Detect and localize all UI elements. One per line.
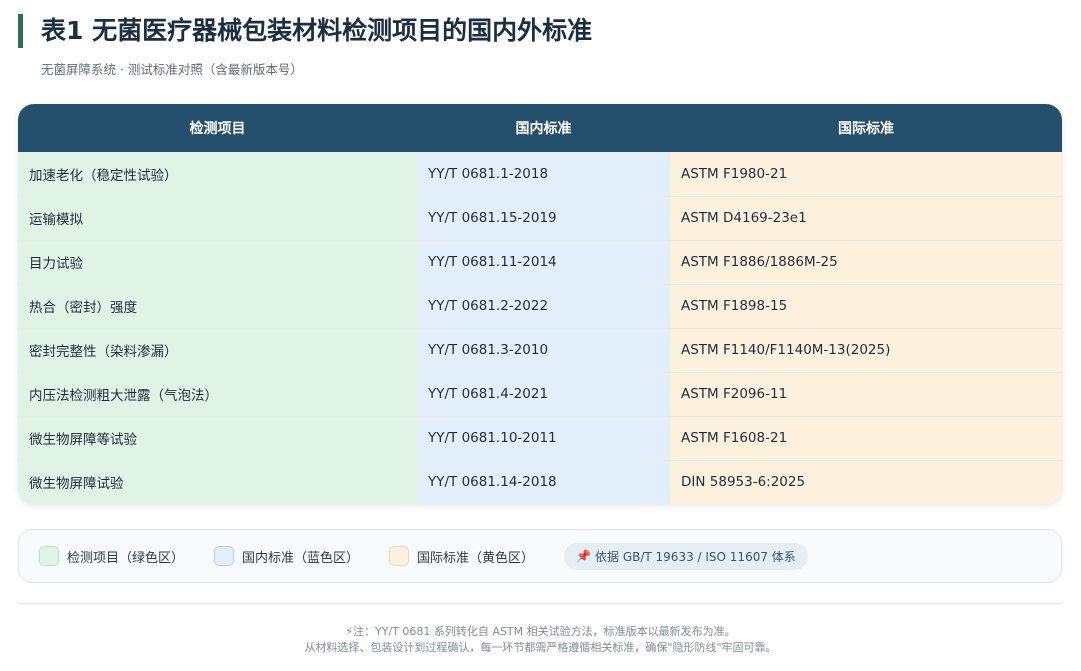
- table-row: 微生物屏障试验 YY/T 0681.14-2018 DIN 58953-6:20…: [18, 460, 1062, 504]
- international-standard-cell: ASTM F2096-11: [670, 372, 1062, 417]
- test-item-cell: 目力试验: [18, 240, 417, 285]
- green-swatch: [39, 546, 59, 566]
- column-header-test-item: 检测项目: [18, 104, 417, 152]
- basis-badge: 📌 依据 GB/T 19633 / ISO 11607 体系: [564, 542, 808, 570]
- title-block: 表1 无菌医疗器械包装材料检测项目的国内外标准: [18, 14, 592, 48]
- domestic-standard-cell: YY/T 0681.10-2011: [417, 416, 670, 461]
- international-standard-cell: DIN 58953-6:2025: [670, 460, 1062, 504]
- international-standard-cell: ASTM F1898-15: [670, 284, 1062, 329]
- legend-label: 国际标准（黄色区）: [417, 550, 535, 566]
- yellow-swatch: [389, 546, 410, 566]
- table-row: 内压法检测粗大泄露（气泡法） YY/T 0681.4-2021 ASTM F20…: [18, 372, 1062, 417]
- test-item-cell: 微生物屏障试验: [18, 460, 417, 504]
- legend-label: 检测项目（绿色区）: [67, 550, 185, 566]
- domestic-standard-cell: YY/T 0681.3-2010: [417, 328, 670, 373]
- international-standard-cell: ASTM D4169-23e1: [670, 196, 1062, 241]
- test-item-cell: 加速老化（稳定性试验）: [18, 152, 417, 197]
- column-header-international-standard: 国际标准: [670, 104, 1062, 152]
- international-standard-cell: ASTM F1886/1886M-25: [670, 240, 1062, 285]
- table-row: 微生物屏障等试验 YY/T 0681.10-2011 ASTM F1608-21: [18, 416, 1062, 461]
- legend-item-blue: 国内标准（蓝色区）: [214, 546, 359, 566]
- table-row: 目力试验 YY/T 0681.11-2014 ASTM F1886/1886M-…: [18, 240, 1062, 285]
- pin-icon: 📌: [576, 549, 591, 563]
- test-item-cell: 热合（密封）强度: [18, 284, 417, 329]
- domestic-standard-cell: YY/T 0681.1-2018: [417, 152, 670, 197]
- test-item-cell: 运输模拟: [18, 196, 417, 241]
- domestic-standard-cell: YY/T 0681.14-2018: [417, 460, 670, 504]
- international-standard-cell: ASTM F1980-21: [670, 152, 1062, 197]
- table-row: 密封完整性（染料渗漏） YY/T 0681.3-2010 ASTM F1140/…: [18, 328, 1062, 373]
- divider: [18, 603, 1062, 604]
- page-title: 表1 无菌医疗器械包装材料检测项目的国内外标准: [41, 16, 593, 45]
- standards-table: 检测项目 国内标准 国际标准 加速老化（稳定性试验） YY/T 0681.1-2…: [18, 104, 1062, 504]
- test-item-cell: 密封完整性（染料渗漏）: [18, 328, 417, 373]
- legend-label: 国内标准（蓝色区）: [242, 550, 360, 566]
- column-header-domestic-standard: 国内标准: [417, 104, 670, 152]
- basis-text: 依据 GB/T 19633 / ISO 11607 体系: [595, 549, 796, 564]
- legend-item-yellow: 国际标准（黄色区）: [389, 546, 534, 566]
- table-row: 加速老化（稳定性试验） YY/T 0681.1-2018 ASTM F1980-…: [18, 152, 1062, 197]
- blue-swatch: [214, 546, 235, 566]
- test-item-cell: 微生物屏障等试验: [18, 416, 417, 461]
- table-row: 热合（密封）强度 YY/T 0681.2-2022 ASTM F1898-15: [18, 284, 1062, 329]
- domestic-standard-cell: YY/T 0681.15-2019: [417, 196, 670, 241]
- domestic-standard-cell: YY/T 0681.11-2014: [417, 240, 670, 285]
- color-legend: 检测项目（绿色区） 国内标准（蓝色区） 国际标准（黄色区） 📌 依据 GB/T …: [18, 529, 1062, 583]
- legend-item-green: 检测项目（绿色区）: [39, 546, 184, 566]
- table-row: 运输模拟 YY/T 0681.15-2019 ASTM D4169-23e1: [18, 196, 1062, 241]
- international-standard-cell: ASTM F1140/F1140M-13(2025): [670, 328, 1062, 373]
- domestic-standard-cell: YY/T 0681.2-2022: [417, 284, 670, 329]
- page-subtitle: 无菌屏障系统 · 测试标准对照（含最新版本号）: [41, 62, 303, 77]
- international-standard-cell: ASTM F1608-21: [670, 416, 1062, 461]
- footnote-line-1: ⚡注：YY/T 0681 系列转化自 ASTM 相关试验方法，标准版本以最新发布…: [345, 625, 736, 638]
- domestic-standard-cell: YY/T 0681.4-2021: [417, 372, 670, 417]
- test-item-cell: 内压法检测粗大泄露（气泡法）: [18, 372, 417, 417]
- footnote-line-2: 从材料选择、包装设计到过程确认，每一环节都需严格遵循相关标准，确保"隐形防线"牢…: [304, 641, 777, 654]
- table-header-row: 检测项目 国内标准 国际标准: [18, 104, 1062, 152]
